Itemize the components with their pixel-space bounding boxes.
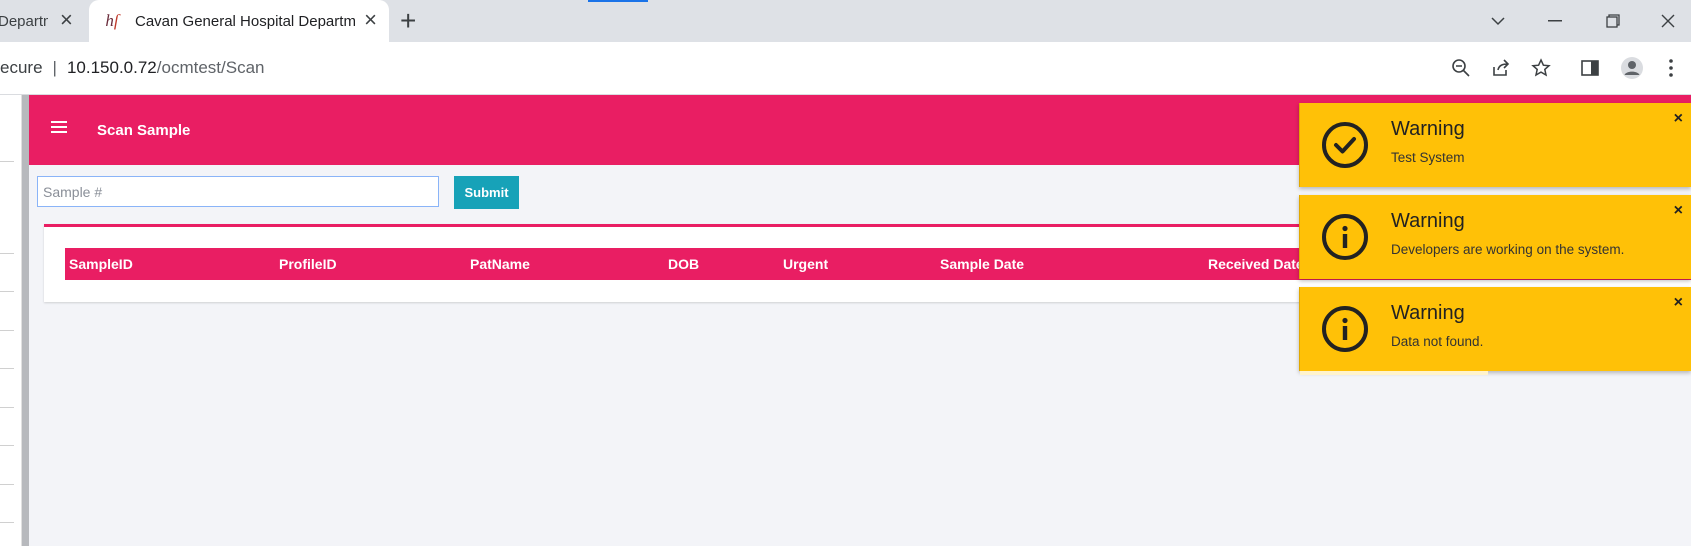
tab-title: Cavan General Hospital Departm <box>135 12 355 30</box>
toast-close-icon[interactable]: × <box>1674 111 1683 127</box>
toast-title: Warning <box>1391 210 1465 232</box>
toast-close-icon[interactable]: × <box>1674 203 1683 219</box>
rail-divider <box>0 291 14 292</box>
browser-tab-inactive[interactable]: Departm × <box>0 0 86 42</box>
url-separator: | <box>52 58 57 77</box>
security-label[interactable]: ecure <box>0 58 43 77</box>
toast-message: Developers are working on the system. <box>1391 242 1625 257</box>
share-icon[interactable] <box>1489 56 1513 80</box>
address-bar: ecure | 10.150.0.72/ocmtest/Scan <box>0 42 1691 95</box>
toast-title: Warning <box>1391 118 1465 140</box>
toast-close-icon[interactable]: × <box>1674 295 1683 311</box>
column-header-received-date[interactable]: Received Date <box>1208 256 1304 272</box>
zoom-out-icon[interactable] <box>1449 56 1473 80</box>
new-tab-plus-icon[interactable]: + <box>400 6 416 36</box>
browser-tab-strip: Departm × hſ Cavan General Hospital Depa… <box>0 0 1691 42</box>
url-path: /ocmtest/Scan <box>156 58 265 77</box>
browser-menu-icon[interactable] <box>1659 56 1683 80</box>
side-panel-icon[interactable] <box>1578 56 1602 80</box>
sidebar-edge <box>22 95 29 546</box>
toast-message: Test System <box>1391 150 1465 165</box>
tab-title: Departm <box>0 12 48 30</box>
rail-divider <box>0 484 14 485</box>
minimize-icon[interactable] <box>1540 6 1570 36</box>
browser-tab-active[interactable]: hſ Cavan General Hospital Departm × <box>89 0 389 42</box>
close-window-icon[interactable] <box>1653 6 1683 36</box>
tab-close-icon[interactable]: × <box>364 9 377 31</box>
info-circle-icon <box>1322 306 1368 352</box>
column-header-sample-date[interactable]: Sample Date <box>940 256 1024 272</box>
sample-number-input[interactable] <box>37 176 439 207</box>
toast-progress-bar <box>1300 371 1488 375</box>
column-header-urgent[interactable]: Urgent <box>783 256 828 272</box>
bookmark-star-icon[interactable] <box>1529 56 1553 80</box>
rail-divider <box>0 407 14 408</box>
toast-notification: Warning Test System × <box>1299 103 1691 187</box>
toast-notification: Warning Developers are working on the sy… <box>1299 195 1691 279</box>
toast-notification: Warning Data not found. × <box>1299 287 1691 375</box>
check-circle-icon <box>1322 122 1368 168</box>
rail-divider <box>0 522 14 523</box>
rail-divider <box>0 330 14 331</box>
rail-divider <box>0 253 14 254</box>
hamburger-menu-icon[interactable] <box>51 121 67 135</box>
tab-search-chevron-icon[interactable] <box>1483 6 1513 36</box>
toast-message: Data not found. <box>1391 334 1484 349</box>
hse-favicon-icon: hſ <box>105 11 119 30</box>
rail-divider <box>0 445 14 446</box>
page-title: Scan Sample <box>97 122 191 139</box>
tab-close-icon[interactable]: × <box>60 9 73 31</box>
column-header-patname[interactable]: PatName <box>470 256 530 272</box>
info-circle-icon <box>1322 214 1368 260</box>
profile-avatar-icon[interactable] <box>1620 56 1644 80</box>
rail-divider <box>0 368 14 369</box>
column-header-profileid[interactable]: ProfileID <box>279 256 337 272</box>
toast-title: Warning <box>1391 302 1465 324</box>
submit-button[interactable]: Submit <box>454 176 519 209</box>
rail-divider <box>0 161 14 162</box>
loading-indicator <box>588 0 648 2</box>
left-side-rail <box>0 95 22 546</box>
column-header-sampleid[interactable]: SampleID <box>69 256 133 272</box>
url-field[interactable]: ecure | 10.150.0.72/ocmtest/Scan <box>0 58 264 78</box>
restore-icon[interactable] <box>1598 6 1628 36</box>
url-host: 10.150.0.72 <box>66 58 157 77</box>
column-header-dob[interactable]: DOB <box>668 256 699 272</box>
